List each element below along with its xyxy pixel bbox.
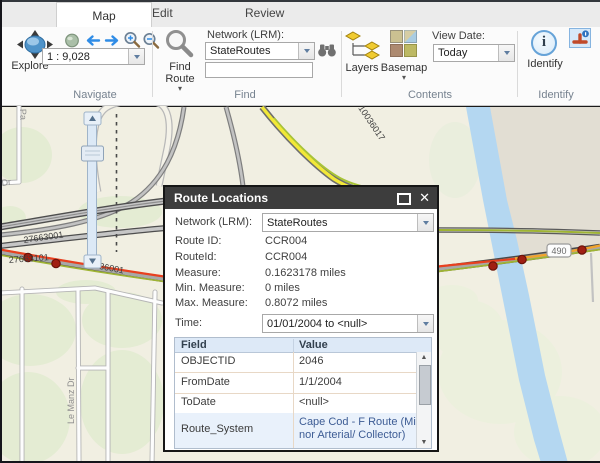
map-scale-value: 1 : 9,028 xyxy=(47,51,90,63)
max-measure-value: 0.8072 miles xyxy=(265,297,327,309)
attribute-table: Field Value OBJECTID 2046 FromDate 1/1/2… xyxy=(174,337,432,449)
zoom-slider-handle[interactable] xyxy=(82,146,104,161)
identify-icon[interactable]: i xyxy=(531,30,557,56)
table-row[interactable]: FromDate 1/1/2004 xyxy=(175,372,416,394)
street-label-pa: Pa xyxy=(18,109,28,120)
time-combo[interactable]: 01/01/2004 to <null> xyxy=(262,314,434,333)
dialog-network-value: StateRoutes xyxy=(267,217,328,229)
map-scale-combo[interactable]: 1 : 9,028 xyxy=(42,48,145,65)
route-identify-icon xyxy=(570,29,590,47)
group-label-identify: Identify xyxy=(512,89,600,101)
window-left-edge xyxy=(0,0,2,463)
dialog-network-combo[interactable]: StateRoutes xyxy=(262,213,434,232)
application-window: Map Edit Review Explore xyxy=(0,0,600,463)
find-route-label-1: Find xyxy=(158,61,202,73)
route-id-value: CCR004 xyxy=(265,235,307,247)
group-divider xyxy=(152,31,153,97)
maximize-icon[interactable] xyxy=(397,193,411,205)
group-label-navigate: Navigate xyxy=(40,89,150,101)
network-lrm-combo[interactable]: StateRoutes xyxy=(205,42,315,60)
ribbon-tab-bar: Map Edit Review xyxy=(0,0,600,28)
next-extent-icon[interactable] xyxy=(104,34,121,47)
basemap-dropdown-arrow[interactable]: ▾ xyxy=(398,74,410,82)
time-label: Time: xyxy=(175,317,202,329)
tab-review[interactable]: Review xyxy=(245,6,284,20)
max-measure-label: Max. Measure: xyxy=(175,297,248,309)
view-date-value: Today xyxy=(438,47,467,59)
identify-button-label[interactable]: Identify xyxy=(522,58,568,70)
network-lrm-dropdown-arrow[interactable] xyxy=(298,43,314,59)
layers-button-label[interactable]: Layers xyxy=(340,62,384,74)
zoom-slider-track[interactable] xyxy=(88,117,97,267)
min-measure-value: 0 miles xyxy=(265,282,300,294)
zoom-in-icon[interactable] xyxy=(123,31,141,49)
dialog-network-dropdown-arrow[interactable] xyxy=(417,214,433,231)
table-row[interactable]: Route_System Cape Cod - F Route (Mi nor … xyxy=(175,413,416,448)
view-date-dropdown-arrow[interactable] xyxy=(498,45,514,61)
time-dropdown-arrow[interactable] xyxy=(417,315,433,332)
ribbon: Explore 1 : 9,028 Navigate xyxy=(0,27,600,106)
layers-icon[interactable] xyxy=(344,30,382,60)
group-label-find: Find xyxy=(195,89,295,101)
tab-edit[interactable]: Edit xyxy=(152,6,173,20)
full-extent-globe-icon[interactable] xyxy=(64,33,80,48)
route-locations-dialog: Route Locations ✕ Network (LRM): StateRo… xyxy=(163,185,439,452)
identify-route-locations-button[interactable] xyxy=(569,28,591,48)
route-id-input[interactable] xyxy=(205,62,313,78)
scroll-down-arrow[interactable]: ▼ xyxy=(417,439,431,446)
table-header-value: Value xyxy=(299,339,328,351)
basemap-icon[interactable] xyxy=(390,30,417,57)
olive-road xyxy=(438,230,600,233)
route-shield-490: 490 xyxy=(547,244,571,257)
table-row[interactable]: OBJECTID 2046 xyxy=(175,352,416,373)
routeid-value: CCR004 xyxy=(265,251,307,263)
tab-map-label: Map xyxy=(92,9,115,23)
svg-text:490: 490 xyxy=(551,246,566,256)
tab-map[interactable]: Map xyxy=(56,2,152,28)
network-lrm-label: Network (LRM): xyxy=(207,29,284,41)
network-lrm-value: StateRoutes xyxy=(210,45,271,57)
window-top-edge xyxy=(0,0,600,2)
time-value: 01/01/2004 to <null> xyxy=(267,318,367,330)
min-measure-label: Min. Measure: xyxy=(175,282,245,294)
view-date-label: View Date: xyxy=(432,30,485,42)
street-label-lemanz: Le Manz Dr xyxy=(66,377,76,424)
street-label-dr: Dr xyxy=(1,177,12,188)
map-scale-dropdown-arrow[interactable] xyxy=(128,49,144,64)
table-scrollbar[interactable]: ▲ ▼ xyxy=(416,352,431,448)
group-divider xyxy=(517,31,518,97)
table-header-row: Field Value xyxy=(175,338,431,353)
measure-label: Measure: xyxy=(175,267,221,279)
table-row[interactable]: ToDate <null> xyxy=(175,393,416,414)
dialog-titlebar[interactable]: Route Locations ✕ xyxy=(165,187,437,209)
group-label-contents: Contents xyxy=(380,89,480,101)
view-date-combo[interactable]: Today xyxy=(433,44,515,62)
routeid-label: RouteId: xyxy=(175,251,217,263)
dialog-network-label: Network (LRM): xyxy=(175,216,252,228)
table-header-field: Field xyxy=(181,339,207,351)
measure-value: 0.1623178 miles xyxy=(265,267,346,279)
route-id-label: Route ID: xyxy=(175,235,221,247)
dialog-title: Route Locations xyxy=(174,191,268,205)
close-icon[interactable]: ✕ xyxy=(419,190,430,206)
binoculars-icon[interactable] xyxy=(317,42,337,58)
previous-extent-icon[interactable] xyxy=(84,34,101,47)
scroll-up-arrow[interactable]: ▲ xyxy=(417,354,431,361)
scroll-thumb[interactable] xyxy=(419,365,431,405)
find-route-icon[interactable] xyxy=(161,29,199,60)
